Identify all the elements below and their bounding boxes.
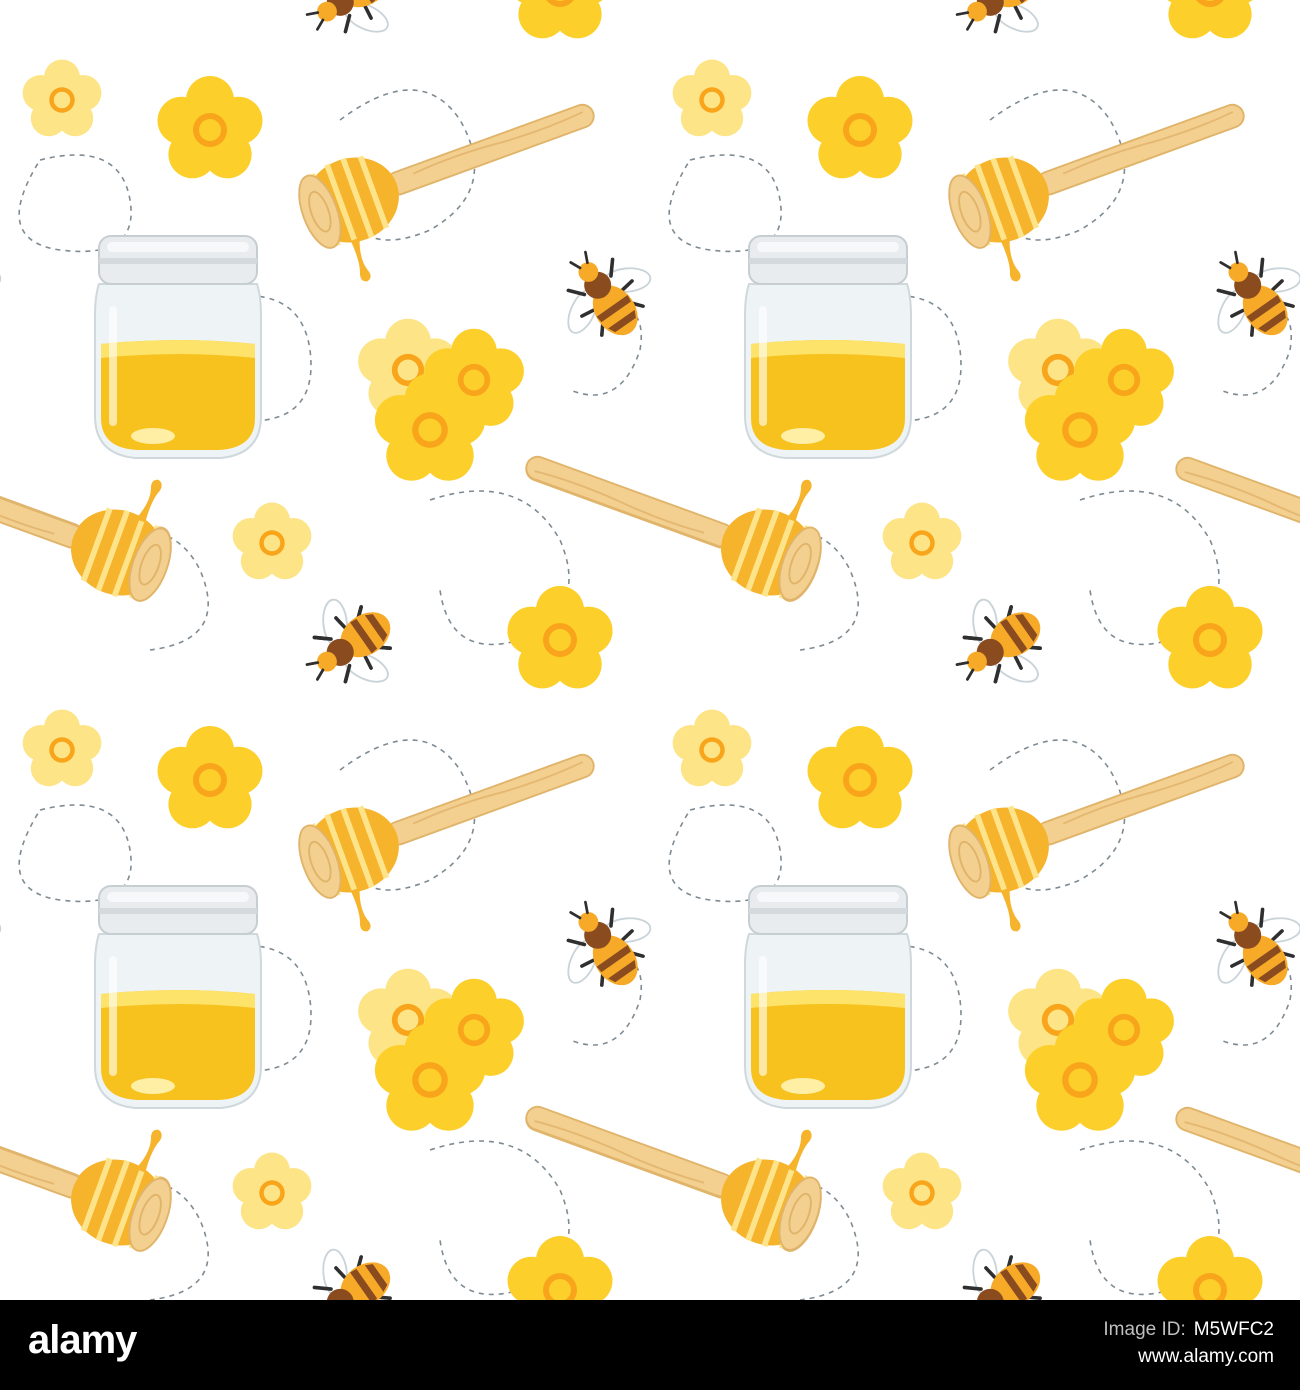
alamy-logo: alamy bbox=[28, 1318, 137, 1362]
honey-bee-seamless-pattern bbox=[0, 0, 1300, 1300]
watermark-footer: alamy Image ID: M5WFC2 www.alamy.com bbox=[0, 1300, 1300, 1390]
image-id-row: Image ID: M5WFC2 bbox=[1103, 1316, 1274, 1343]
image-id-value: M5WFC2 bbox=[1193, 1319, 1274, 1340]
site-url: www.alamy.com bbox=[1138, 1346, 1274, 1367]
image-id-label: Image ID: bbox=[1103, 1319, 1186, 1340]
image-metadata: Image ID: M5WFC2 www.alamy.com bbox=[1103, 1316, 1274, 1370]
